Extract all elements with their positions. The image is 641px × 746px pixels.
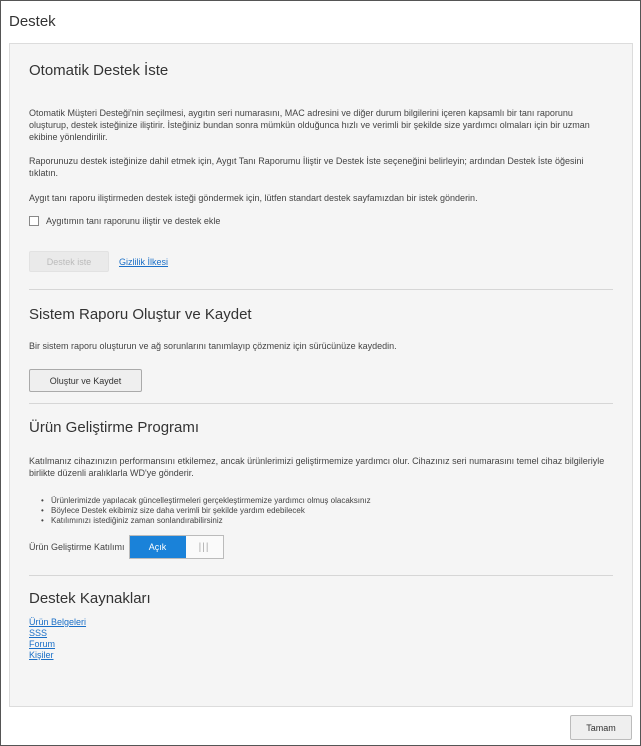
auto-support-heading: Otomatik Destek İste bbox=[29, 62, 169, 79]
participation-label: Ürün Geliştirme Katılımı bbox=[29, 542, 125, 552]
request-support-button[interactable]: Destek iste bbox=[29, 251, 109, 272]
toggle-handle-icon[interactable]: ||| bbox=[185, 536, 223, 558]
support-dialog: Destek Otomatik Destek İste Otomatik Müş… bbox=[0, 0, 641, 746]
request-support-row: Destek iste Gizlilik İlkesi bbox=[29, 251, 613, 272]
content-panel[interactable]: Otomatik Destek İste Otomatik Müşteri De… bbox=[9, 43, 633, 707]
list-item: Katılımınızı istediğiniz zaman sonlandır… bbox=[41, 516, 613, 526]
toggle-on-label[interactable]: Açık bbox=[129, 536, 186, 558]
auto-support-description: Otomatik Müşteri Desteği'nin seçilmesi, … bbox=[29, 108, 590, 142]
system-report-section: Sistem Raporu Oluştur ve Kaydet Bir sist… bbox=[29, 290, 613, 392]
auto-support-instructions: Raporunuzu destek isteğinize dahil etmek… bbox=[29, 156, 584, 178]
forum-link[interactable]: Forum bbox=[29, 639, 613, 650]
improvement-description: Katılmanız cihazınızın performansını etk… bbox=[29, 456, 605, 478]
ok-button[interactable]: Tamam bbox=[570, 715, 632, 740]
system-report-heading: Sistem Raporu Oluştur ve Kaydet bbox=[29, 306, 252, 323]
attach-report-label[interactable]: Aygıtımın tanı raporunu iliştir ve deste… bbox=[46, 216, 220, 226]
create-and-save-button[interactable]: Oluştur ve Kaydet bbox=[29, 369, 142, 392]
auto-support-note: Aygıt tanı raporu iliştirmeden destek is… bbox=[29, 193, 478, 203]
benefits-list: Ürünlerimizde yapılacak güncelleştirmele… bbox=[29, 496, 613, 526]
improvement-program-section: Ürün Geliştirme Programı Katılmanız ciha… bbox=[29, 404, 613, 559]
resource-links: Ürün Belgeleri SSS Forum Kişiler bbox=[29, 617, 613, 661]
auto-support-section: Otomatik Destek İste Otomatik Müşteri De… bbox=[29, 44, 613, 272]
attach-report-row[interactable]: Aygıtımın tanı raporunu iliştir ve deste… bbox=[29, 216, 613, 226]
participation-toggle[interactable]: Açık ||| bbox=[128, 535, 224, 559]
system-report-description: Bir sistem raporu oluşturun ve ağ sorunl… bbox=[29, 341, 397, 351]
improvement-heading: Ürün Geliştirme Programı bbox=[29, 419, 200, 436]
product-docs-link[interactable]: Ürün Belgeleri bbox=[29, 617, 613, 628]
list-item: Böylece Destek ekibimiz size daha veriml… bbox=[41, 506, 613, 516]
privacy-policy-link[interactable]: Gizlilik İlkesi bbox=[119, 257, 168, 267]
dialog-title: Destek bbox=[9, 13, 56, 30]
list-item: Ürünlerimizde yapılacak güncelleştirmele… bbox=[41, 496, 613, 506]
attach-report-checkbox[interactable] bbox=[29, 216, 39, 226]
support-resources-section: Destek Kaynakları Ürün Belgeleri SSS For… bbox=[29, 576, 613, 661]
resources-heading: Destek Kaynakları bbox=[29, 590, 151, 607]
participation-row: Ürün Geliştirme Katılımı Açık ||| bbox=[29, 535, 613, 559]
faq-link[interactable]: SSS bbox=[29, 628, 613, 639]
contacts-link[interactable]: Kişiler bbox=[29, 650, 613, 661]
